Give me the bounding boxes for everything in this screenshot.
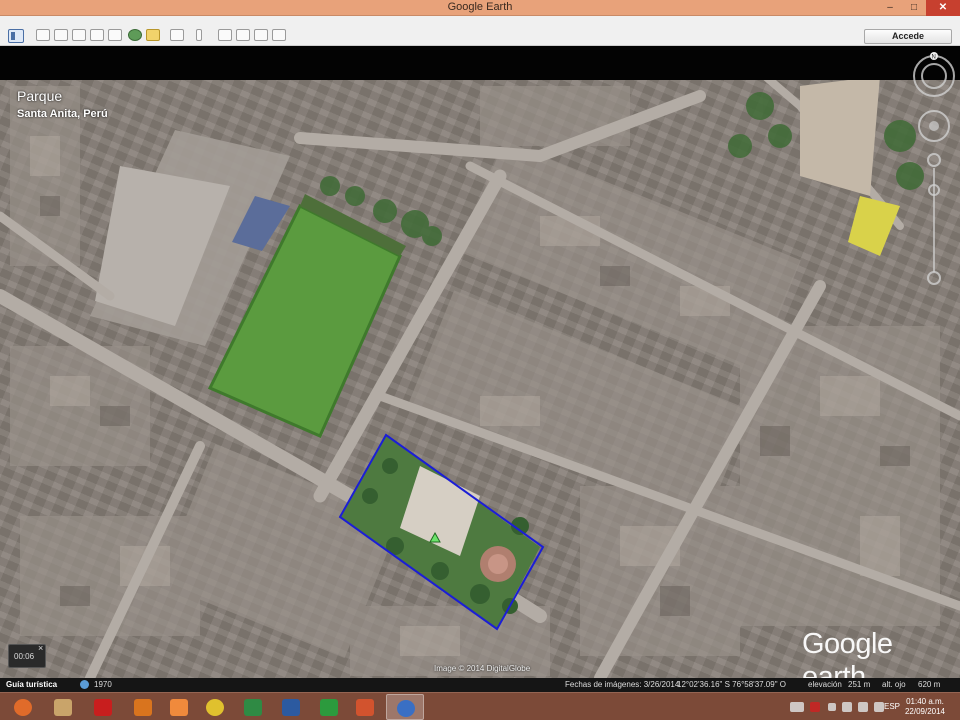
audio-app-icon	[170, 699, 188, 716]
status-bar: Guía turística 1970 Fechas de imágenes: …	[0, 678, 960, 692]
minimize-button[interactable]: –	[878, 0, 902, 16]
powerpoint-icon	[356, 699, 374, 716]
taskbar-google-earth[interactable]	[386, 694, 424, 720]
add-overlay-icon[interactable]	[90, 29, 104, 41]
taskbar-file-explorer[interactable]	[44, 694, 82, 720]
taskbar-powerpoint[interactable]	[346, 694, 384, 720]
clock-date: 22/09/2014	[904, 707, 946, 716]
zoom-slider-icon	[927, 153, 941, 285]
taskbar-audio-app[interactable]	[160, 694, 198, 720]
elevation-label: elevación	[808, 680, 842, 689]
logo-main: Google	[802, 628, 893, 660]
taskbar-excel[interactable]	[234, 694, 272, 720]
taskbar-store[interactable]	[310, 694, 348, 720]
show-hidden-icons-icon[interactable]	[828, 703, 836, 711]
google-earth-window: Google Earth – □ ✕ Accede Parque Santa A…	[0, 0, 960, 720]
tour-time: 00:06	[14, 652, 35, 661]
excel-icon	[244, 699, 262, 716]
toolbar: Accede	[0, 16, 960, 46]
google-earth-icon	[397, 700, 415, 717]
pan-control-icon	[918, 110, 950, 142]
clock-time: 01:40 a.m.	[906, 697, 944, 706]
compass-icon: N	[913, 52, 955, 97]
clock-icon[interactable]	[80, 680, 89, 689]
keyboard-icon[interactable]	[790, 702, 804, 712]
eye-alt-label: alt. ojo	[882, 680, 906, 689]
title-bar: Google Earth – □ ✕	[0, 0, 960, 16]
taskbar-adobe-reader[interactable]	[84, 694, 122, 720]
system-clock[interactable]: 01:40 a.m. 22/09/2014	[898, 697, 952, 717]
record-tour-icon[interactable]	[108, 29, 122, 41]
system-tray: ESP 01:40 a.m. 22/09/2014	[780, 693, 960, 720]
folder-icon	[54, 699, 72, 716]
tour-guide-toggle[interactable]: Guía turística	[6, 680, 57, 689]
battery-icon[interactable]	[858, 702, 868, 712]
taskbar-firefox[interactable]	[4, 694, 42, 720]
app-f-icon	[134, 699, 152, 716]
signin-button[interactable]: Accede	[864, 29, 952, 44]
imagery-credit: Image © 2014 DigitalGlobe	[434, 664, 531, 673]
map-view[interactable]: Parque Santa Anita, Perú N 00:06 × Image…	[0, 46, 960, 678]
imagery-date: Fechas de imágenes: 3/26/2014	[565, 680, 680, 689]
antivirus-icon[interactable]	[810, 702, 820, 712]
add-placemark-icon[interactable]	[36, 29, 50, 41]
historical-imagery-icon[interactable]	[128, 29, 142, 41]
window-controls: – □ ✕	[878, 0, 960, 16]
taskbar: ESP 01:40 a.m. 22/09/2014	[0, 692, 960, 720]
add-path-icon[interactable]	[72, 29, 86, 41]
adobe-reader-icon	[94, 699, 112, 716]
maximize-button[interactable]: □	[902, 0, 926, 16]
switch-to-sky-icon[interactable]	[170, 29, 184, 41]
tour-close-button[interactable]: ×	[38, 643, 43, 653]
sidebar-toggle-icon[interactable]	[8, 29, 24, 43]
save-image-icon[interactable]	[254, 29, 268, 41]
network-icon[interactable]	[842, 702, 852, 712]
svg-text:N: N	[932, 55, 936, 61]
print-icon[interactable]	[236, 29, 250, 41]
taskbar-app-f[interactable]	[124, 694, 162, 720]
close-button[interactable]: ✕	[926, 0, 960, 16]
taskbar-word[interactable]	[272, 694, 310, 720]
store-icon	[320, 699, 338, 716]
firefox-icon	[14, 699, 32, 716]
ruler-icon[interactable]	[196, 29, 202, 41]
imagery-year: 1970	[94, 680, 112, 689]
place-location: Santa Anita, Perú	[17, 108, 108, 120]
sunlight-icon[interactable]	[146, 29, 160, 41]
taskbar-chrome[interactable]	[196, 694, 234, 720]
word-icon	[282, 699, 300, 716]
eye-alt-value: 620 m	[918, 680, 941, 689]
map-top-band	[0, 46, 960, 80]
cursor-coordinates: 12°02'36.16" S 76°58'37.09" O	[677, 680, 786, 689]
logo-secondary: earth	[802, 661, 866, 678]
chrome-icon	[206, 699, 224, 716]
add-polygon-icon[interactable]	[54, 29, 68, 41]
email-icon[interactable]	[218, 29, 232, 41]
volume-icon[interactable]	[874, 702, 884, 712]
place-title: Parque	[17, 88, 63, 104]
view-in-maps-icon[interactable]	[272, 29, 286, 41]
navigation-controls[interactable]: N	[912, 50, 956, 290]
window-title: Google Earth	[447, 1, 513, 13]
satellite-imagery	[0, 46, 960, 678]
google-earth-logo: Google earth	[802, 628, 960, 678]
elevation-value: 251 m	[848, 680, 871, 689]
